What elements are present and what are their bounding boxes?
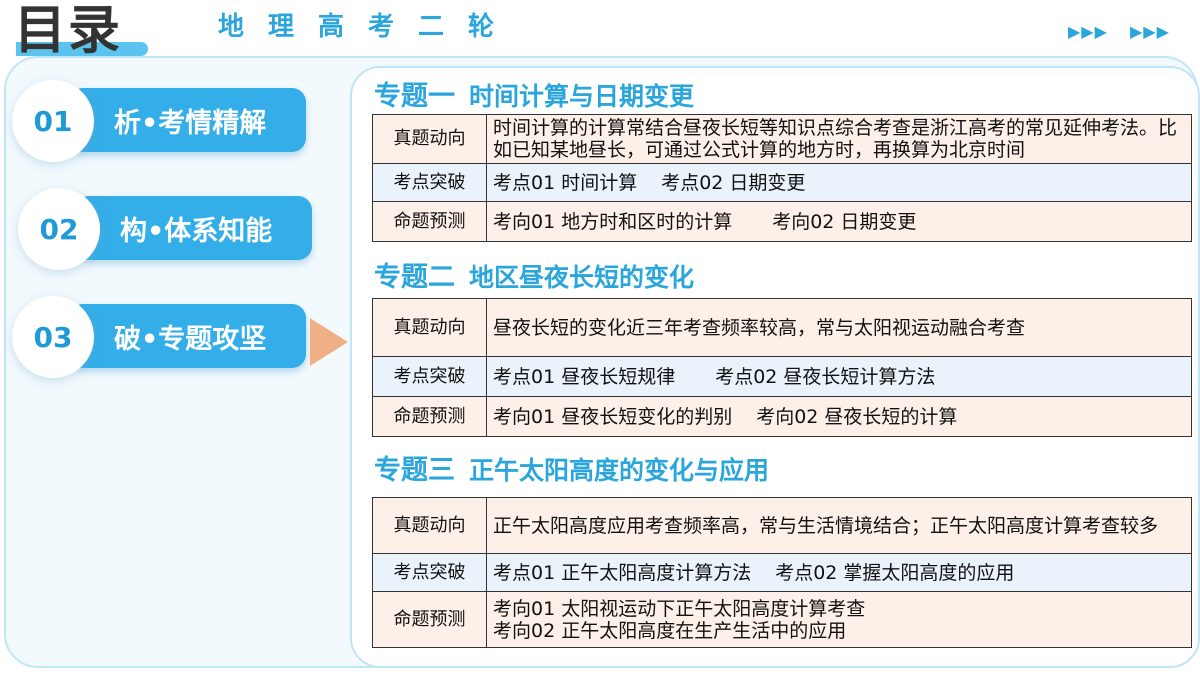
- row-label: 考点突破: [372, 553, 487, 592]
- topic-number: 专题二: [374, 262, 455, 293]
- table-row: 命题预测 考向01 太阳视运动下正午太阳高度计算考查 考向02 正午太阳高度在生产…: [372, 591, 1192, 648]
- nav-label[interactable]: 破•专题攻坚: [76, 304, 306, 368]
- table-row: 真题动向 昼夜长短的变化近三年考查频率较高，常与太阳视运动融合考查: [372, 298, 1192, 357]
- row-label: 命题预测: [372, 396, 487, 437]
- topic-number: 专题三: [374, 455, 455, 486]
- item-a: 考点01 正午太阳高度计算方法: [493, 561, 752, 584]
- topic-subtitle: 地区昼夜长短的变化: [469, 263, 695, 292]
- table-row: 考点突破 考点01 昼夜长短规律 考点02 昼夜长短计算方法: [372, 356, 1192, 397]
- topic-subtitle: 时间计算与日期变更: [469, 82, 695, 111]
- item-a: 考点01 时间计算: [493, 171, 638, 194]
- nav-number: 03: [12, 296, 94, 378]
- row-label: 真题动向: [372, 497, 487, 554]
- nav-item-topics[interactable]: 03 破•专题攻坚: [12, 296, 332, 380]
- item-b: 考点02 掌握太阳高度的应用: [775, 561, 1015, 584]
- nav-number: 02: [18, 188, 100, 270]
- topic-subtitle: 正午太阳高度的变化与应用: [469, 456, 770, 485]
- topic-table: 真题动向 正午太阳高度应用考查频率高，常与生活情境结合；正午太阳高度计算考查较多…: [372, 497, 1192, 648]
- item-b: 考点02 日期变更: [661, 171, 806, 194]
- table-row: 真题动向 时间计算的计算常结合昼夜长短等知识点综合考查是浙江高考的常见延伸考法。…: [372, 114, 1192, 164]
- active-pointer-arrow-icon: [310, 318, 348, 366]
- subject-title: 地理高考二轮: [218, 12, 519, 42]
- row-content: 考点01 正午太阳高度计算方法 考点02 掌握太阳高度的应用: [486, 553, 1192, 592]
- row-label: 真题动向: [372, 114, 487, 164]
- row-label: 命题预测: [372, 201, 487, 242]
- row-content: 考点01 时间计算 考点02 日期变更: [486, 163, 1192, 202]
- nav-item-analysis[interactable]: 01 析•考情精解: [12, 80, 332, 164]
- page-title: 目录: [14, 1, 123, 61]
- row-label: 考点突破: [372, 356, 487, 397]
- row-content: 考点01 昼夜长短规律 考点02 昼夜长短计算方法: [486, 356, 1192, 397]
- table-row: 考点突破 考点01 时间计算 考点02 日期变更: [372, 163, 1192, 202]
- row-content: 考向01 太阳视运动下正午太阳高度计算考查 考向02 正午太阳高度在生产生活中的应…: [486, 591, 1192, 648]
- topic-number: 专题一: [374, 81, 455, 112]
- item-a: 考点01 昼夜长短规律: [493, 365, 676, 388]
- nav-item-system[interactable]: 02 构•体系知能: [18, 188, 338, 272]
- row-content: 考向01 昼夜长短变化的判别 考向02 昼夜长短的计算: [486, 396, 1192, 437]
- table-row: 真题动向 正午太阳高度应用考查频率高，常与生活情境结合；正午太阳高度计算考查较多: [372, 497, 1192, 554]
- row-text: 昼夜长短的变化近三年考查频率较高，常与太阳视运动融合考查: [486, 298, 1192, 357]
- topic-heading: 专题二 地区昼夜长短的变化: [374, 255, 694, 294]
- topic-heading: 专题三 正午太阳高度的变化与应用: [374, 448, 769, 487]
- arrows-decoration-right: ▶▶▶: [1130, 22, 1170, 41]
- row-label: 真题动向: [372, 298, 487, 357]
- item-a: 考向01 地方时和区时的计算: [493, 210, 733, 233]
- row-label: 考点突破: [372, 163, 487, 202]
- topic-heading: 专题一 时间计算与日期变更: [374, 74, 694, 113]
- item-b: 考向02 正午太阳高度在生产生活中的应用: [493, 619, 847, 642]
- topic-table: 真题动向 昼夜长短的变化近三年考查频率较高，常与太阳视运动融合考查 考点突破 考…: [372, 298, 1192, 437]
- row-text: 正午太阳高度应用考查频率高，常与生活情境结合；正午太阳高度计算考查较多: [486, 497, 1192, 554]
- nav-number: 01: [12, 80, 94, 162]
- item-b: 考向02 日期变更: [772, 210, 917, 233]
- table-row: 考点突破 考点01 正午太阳高度计算方法 考点02 掌握太阳高度的应用: [372, 553, 1192, 592]
- item-a: 考向01 太阳视运动下正午太阳高度计算考查: [493, 597, 866, 620]
- row-label: 命题预测: [372, 591, 487, 648]
- arrows-decoration-left: ▶▶▶: [1068, 22, 1108, 41]
- row-content: 考向01 地方时和区时的计算 考向02 日期变更: [486, 201, 1192, 242]
- nav-label[interactable]: 析•考情精解: [76, 88, 306, 152]
- nav-label[interactable]: 构•体系知能: [82, 196, 312, 260]
- item-a: 考向01 昼夜长短变化的判别: [493, 405, 733, 428]
- row-text: 时间计算的计算常结合昼夜长短等知识点综合考查是浙江高考的常见延伸考法。比如已知某…: [486, 114, 1192, 164]
- item-b: 考点02 昼夜长短计算方法: [715, 365, 936, 388]
- topic-table: 真题动向 时间计算的计算常结合昼夜长短等知识点综合考查是浙江高考的常见延伸考法。…: [372, 114, 1192, 242]
- item-b: 考向02 昼夜长短的计算: [756, 405, 958, 428]
- table-row: 命题预测 考向01 昼夜长短变化的判别 考向02 昼夜长短的计算: [372, 396, 1192, 437]
- table-row: 命题预测 考向01 地方时和区时的计算 考向02 日期变更: [372, 201, 1192, 242]
